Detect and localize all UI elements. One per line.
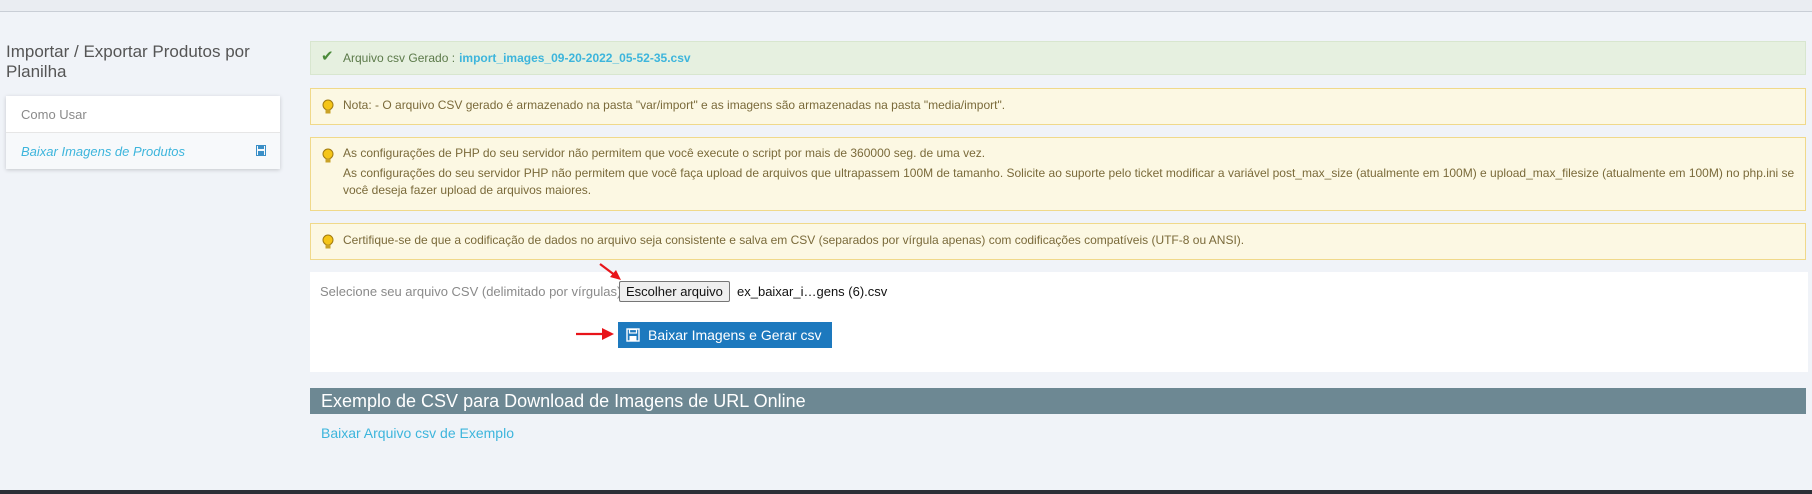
arrow-annotation [576,328,614,340]
php-time-text: As configurações de PHP do seu servidor … [343,146,986,160]
sidebar-item-label: Como Usar [21,106,87,122]
generated-file-link[interactable]: import_images_09-20-2022_05-52-35.csv [459,50,690,67]
choose-file-button[interactable]: Escolher arquivo [619,281,730,302]
save-icon [256,145,266,156]
note-alert: Nota: - O arquivo CSV gerado é armazenad… [310,88,1806,125]
success-alert: ✔ Arquivo csv Gerado : import_images_09-… [310,41,1806,75]
page-title: Importar / Exportar Produtos por Planilh… [6,42,250,81]
sidebar-item-baixar-imagens[interactable]: Baixar Imagens de Produtos [6,133,280,169]
save-icon [626,328,640,342]
check-icon: ✔ [321,48,334,65]
download-images-button[interactable]: Baixar Imagens e Gerar csv [618,322,832,348]
php-upload-text: As configurações do seu servidor PHP não… [343,166,1795,197]
chosen-file-name: ex_baixar_i…gens (6).csv [737,284,888,299]
success-text: Arquivo csv Gerado : [343,50,456,65]
sidebar-item-label: Baixar Imagens de Produtos [21,143,186,159]
lightbulb-icon [322,148,334,163]
example-csv-download-link[interactable]: Baixar Arquivo csv de Exemplo [321,425,514,441]
note-text: Nota: - O arquivo CSV gerado é armazenad… [343,98,1006,112]
example-section-heading: Exemplo de CSV para Download de Imagens … [310,388,1806,414]
arrow-annotation [599,263,621,280]
csv-file-label: Selecione seu arquivo CSV (delimitado po… [320,284,622,299]
sidebar: Como Usar Baixar Imagens de Produtos [6,96,280,169]
php-config-alert: As configurações de PHP do seu servidor … [310,137,1806,211]
lightbulb-icon [322,99,334,114]
sidebar-item-como-usar[interactable]: Como Usar [6,96,280,133]
bottom-bar [0,490,1812,494]
lightbulb-icon [322,234,334,249]
upload-form: Selecione seu arquivo CSV (delimitado po… [310,272,1808,372]
top-bar [0,0,1812,12]
encoding-alert: Certifique-se de que a codificação de da… [310,223,1806,260]
encoding-text: Certifique-se de que a codificação de da… [343,233,1245,247]
download-images-label: Baixar Imagens e Gerar csv [648,327,822,343]
